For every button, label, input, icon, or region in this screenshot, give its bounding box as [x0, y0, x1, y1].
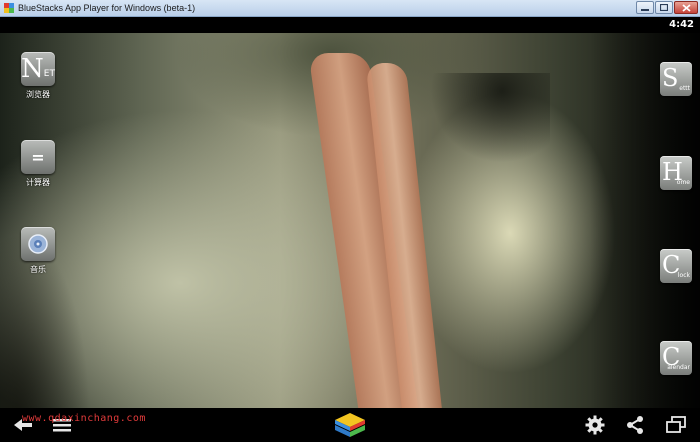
- bluestacks-logo-icon[interactable]: [330, 411, 370, 439]
- status-clock: 4:42: [669, 19, 694, 30]
- app-browser[interactable]: N ET 浏览器: [18, 52, 58, 100]
- calculator-icon[interactable]: =: [21, 140, 55, 174]
- app-label: 音乐: [30, 265, 46, 274]
- wallpaper-shadow: [430, 73, 550, 163]
- window-controls: [636, 1, 698, 14]
- window-title: BlueStacks App Player for Windows (beta-…: [18, 3, 196, 13]
- minimize-icon[interactable]: [636, 1, 654, 14]
- bluestacks-app-icon: [4, 3, 14, 13]
- music-icon[interactable]: [21, 227, 55, 261]
- app-calculator[interactable]: = 计算器: [18, 140, 58, 188]
- home-wallpaper: [0, 33, 700, 408]
- watermark-text: www.qdaxinchang.com: [22, 413, 146, 424]
- widget-clock[interactable]: C lock: [660, 249, 692, 283]
- android-status-bar: 4:42: [0, 17, 700, 33]
- widget-home[interactable]: H ome: [660, 156, 692, 190]
- settings-gear-icon[interactable]: [582, 414, 608, 436]
- share-icon[interactable]: [622, 414, 648, 436]
- widget-calendar[interactable]: C alendar: [660, 341, 692, 375]
- app-label: 浏览器: [26, 90, 50, 99]
- app-music[interactable]: 音乐: [18, 227, 58, 275]
- widget-settings[interactable]: S ettt: [660, 62, 692, 96]
- maximize-icon[interactable]: [655, 1, 673, 14]
- net-browser-icon[interactable]: N ET: [21, 52, 55, 86]
- window-toggle-icon[interactable]: [662, 414, 690, 436]
- close-icon[interactable]: [674, 1, 698, 14]
- window-titlebar[interactable]: BlueStacks App Player for Windows (beta-…: [0, 0, 700, 17]
- app-label: 计算器: [26, 178, 50, 187]
